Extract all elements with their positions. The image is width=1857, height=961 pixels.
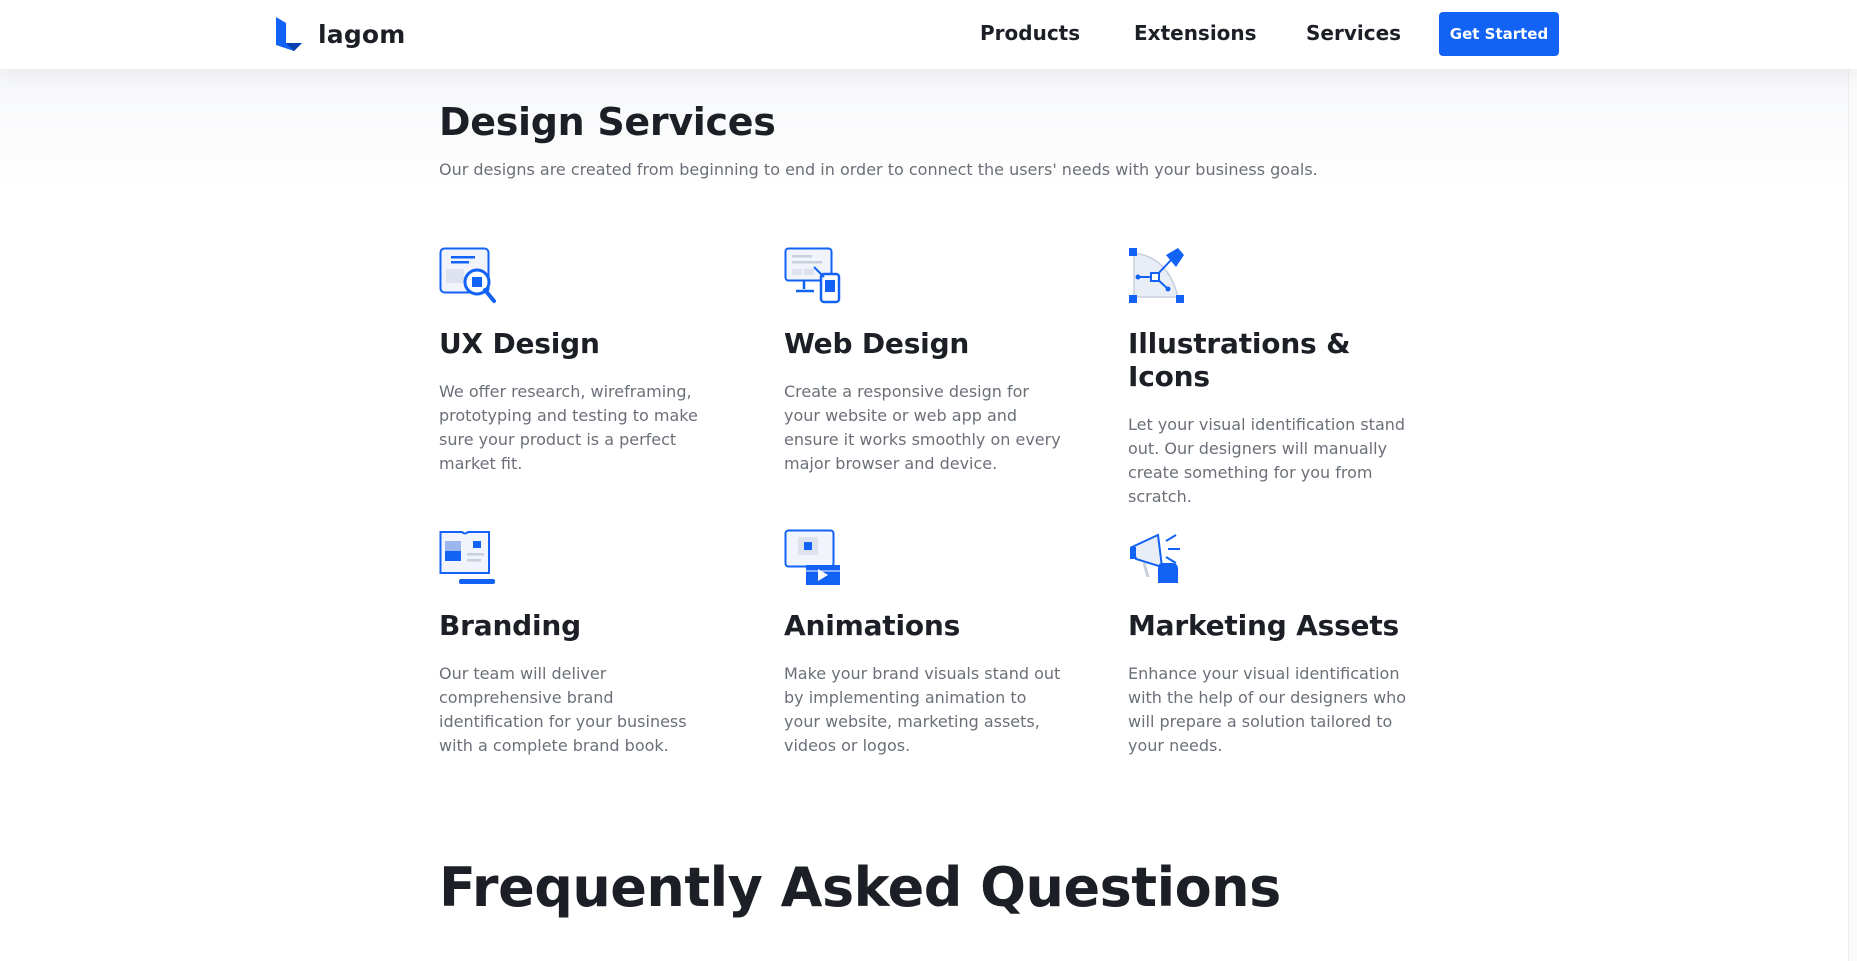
nav-services[interactable]: Services [1306,21,1401,45]
nav-products[interactable]: Products [980,21,1080,45]
service-description: Create a responsive design for your webs… [784,382,1061,473]
animations-icon [784,529,840,585]
service-title: Marketing Assets [1128,609,1399,642]
service-title: UX Design [439,327,600,360]
illustrations-icon [1129,248,1184,303]
top-navigation-bar: lagom Products Extensions Services Get S… [0,0,1857,69]
service-card-branding: Branding Our team will deliver comprehen… [439,529,739,758]
logo-mark-icon [276,17,302,51]
section-subtitle: Our designs are created from beginning t… [439,160,1318,179]
marketing-assets-icon [1130,533,1180,583]
service-description: Our team will deliver comprehensive bran… [439,664,687,755]
nav-extensions[interactable]: Extensions [1134,21,1257,45]
service-description: Enhance your visual identification with … [1128,664,1407,755]
lagom-logo[interactable]: lagom [274,14,406,54]
web-design-icon [784,247,841,304]
logo-text: lagom [318,19,406,49]
ux-design-icon [439,247,496,303]
service-card-ux-design: UX Design We offer research, wireframing… [439,247,739,476]
service-title: Animations [784,609,961,642]
service-card-marketing-assets: Marketing Assets Enhance your visual ide… [1128,529,1428,758]
service-card-illustrations: Illustrations & Icons Let your visual id… [1128,247,1428,509]
service-title: Branding [439,609,581,642]
scrollbar[interactable] [1848,0,1857,961]
service-title: Web Design [784,327,970,360]
faq-title: Frequently Asked Questions [439,856,1281,919]
get-started-button[interactable]: Get Started [1439,12,1559,56]
service-description: Let your visual identification stand out… [1128,415,1406,506]
service-card-web-design: Web Design Create a responsive design fo… [784,247,1084,476]
branding-icon [439,531,495,584]
service-card-animations: Animations Make your brand visuals stand… [784,529,1084,758]
service-title: Illustrations & Icons [1128,327,1351,393]
service-description: We offer research, wireframing, prototyp… [439,382,698,473]
service-description: Make your brand visuals stand out by imp… [784,664,1061,755]
section-title: Design Services [439,100,776,144]
